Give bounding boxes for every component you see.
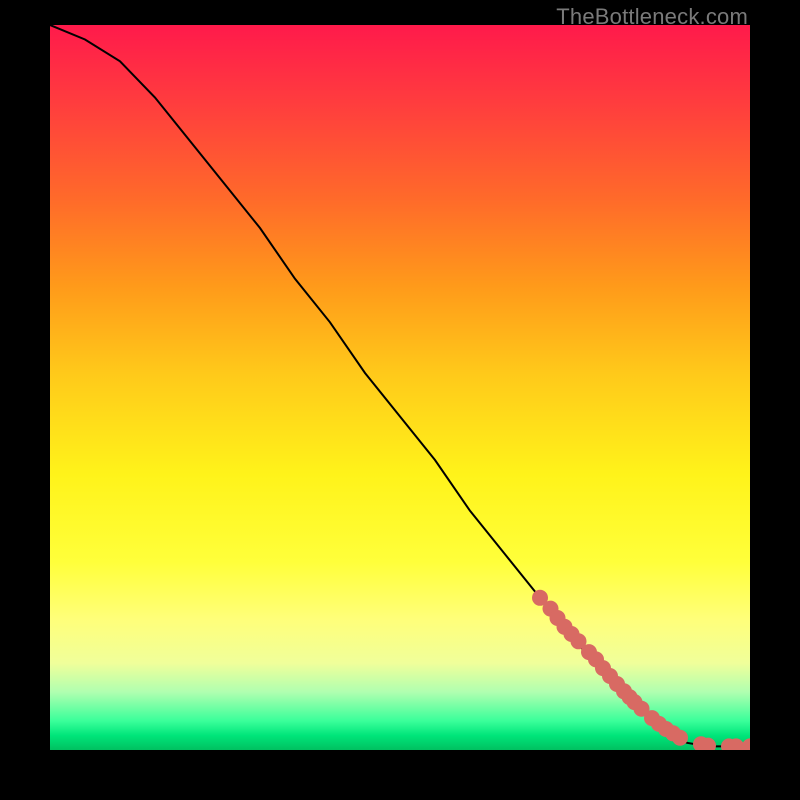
chart-svg [50,25,750,750]
data-dots [532,590,750,750]
curve-path [50,25,750,746]
data-dot [742,738,750,750]
curve-line [50,25,750,746]
chart-frame: TheBottleneck.com [0,0,800,800]
data-dot [672,730,688,746]
plot-area [50,25,750,750]
